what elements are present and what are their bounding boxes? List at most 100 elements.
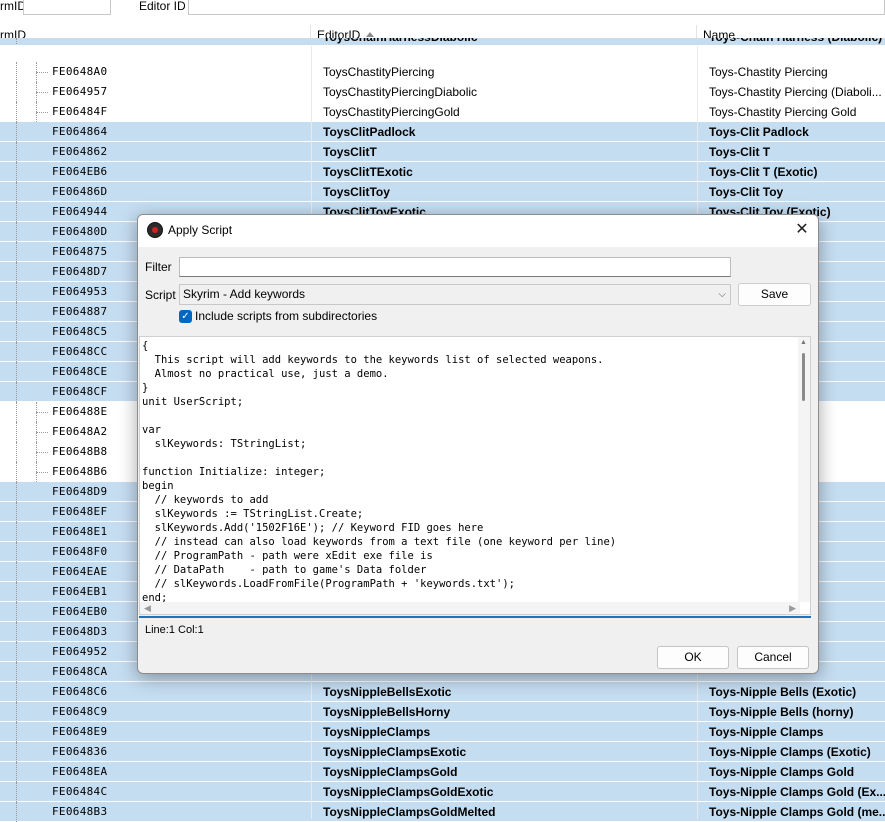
table-row[interactable]: FE064EB6 ToysClitTExotic Toys-Clit T (Exot…	[0, 162, 885, 182]
tree-line	[16, 82, 17, 102]
scroll-left-icon[interactable]: ◀	[144, 603, 151, 614]
editor-horizontal-scrollbar[interactable]: ◀ ▶	[140, 602, 800, 614]
formid-cell: FE0648C9	[52, 705, 108, 718]
name-cell: Toys-Nipple Clamps Gold	[709, 765, 855, 779]
tree-line	[36, 472, 48, 473]
tree-line	[36, 432, 48, 433]
table-row[interactable]: FE0648EA ToysNippleClampsGold Toys-Nipple …	[0, 762, 885, 782]
editor-vertical-scrollbar[interactable]: ▲	[798, 337, 810, 602]
tree-line	[16, 622, 17, 642]
tree-line	[36, 112, 48, 113]
formid-cell: FE064864	[52, 125, 108, 138]
tree-line	[16, 122, 17, 142]
editorid-cell: ToysClitPadlock	[323, 125, 416, 139]
save-button[interactable]: Save	[738, 283, 811, 306]
tree-line	[36, 92, 48, 93]
name-cell: Toys-Chastity Piercing (Diaboli...	[709, 85, 882, 99]
editorid-cell: ToysNippleBellsExotic	[323, 685, 452, 699]
table-row[interactable]: FE0648B3 ToysNippleClampsGoldMelted Toys-N…	[0, 802, 885, 822]
name-cell: Toys-Chastity Piercing	[709, 65, 828, 79]
table-row[interactable]: FE064862 ToysClitT Toys-Clit T	[0, 142, 885, 162]
name-cell: Toys-Nipple Clamps Gold (Ex...	[709, 785, 885, 799]
tree-line	[16, 282, 17, 302]
table-row[interactable]: FE06484C ToysNippleClampsGoldExotic Toys-N…	[0, 782, 885, 802]
script-label: Script	[145, 288, 176, 302]
tree-line	[16, 802, 17, 822]
xedit-app-icon	[147, 222, 163, 238]
tree-line	[16, 582, 17, 602]
cursor-position-status: Line:1 Col:1	[145, 624, 204, 636]
name-cell: Toys-Nipple Bells (Exotic)	[709, 685, 857, 699]
checkmark-icon: ✓	[181, 311, 190, 322]
name-cell: Toys-Nipple Clamps	[709, 725, 824, 739]
table-row[interactable]: FE0648A0 ToysChastityPiercing Toys-Chastit…	[0, 62, 885, 82]
name-cell: Toys-Nipple Clamps Gold (me...	[709, 805, 885, 819]
editorid-cell: ToysClitToy	[323, 185, 390, 199]
editorid-filter-label: Editor ID	[139, 0, 186, 13]
tree-line	[16, 162, 17, 182]
formid-cell	[52, 38, 307, 45]
dialog-title: Apply Script	[168, 223, 233, 237]
table-row[interactable]: FE06486D ToysClitToy Toys-Clit Toy	[0, 182, 885, 202]
ok-button[interactable]: OK	[657, 646, 729, 669]
formid-cell: FE06484C	[52, 785, 108, 798]
scrollbar-thumb[interactable]	[802, 353, 805, 401]
script-editor[interactable]: { This script will add keywords to the k…	[139, 336, 811, 615]
tree-line	[16, 38, 17, 45]
chevron-down-icon: ⌵	[718, 289, 726, 300]
tree-line	[16, 362, 17, 382]
tree-line	[36, 452, 48, 453]
formid-cell: FE064957	[52, 85, 108, 98]
tree-line	[16, 762, 17, 782]
editorid-filter-input[interactable]	[188, 0, 885, 15]
tree-line	[16, 482, 17, 502]
tree-line	[16, 602, 17, 622]
editorid-cell: ToysClitTExotic	[323, 165, 413, 179]
editorid-cell: ToysNippleClampsGold	[323, 765, 458, 779]
name-cell: Toys-Clit Toy	[709, 185, 784, 199]
table-row[interactable]: FE064864 ToysClitPadlock Toys-Clit Padlock	[0, 122, 885, 142]
tree-line	[16, 442, 17, 462]
scroll-right-icon[interactable]: ▶	[789, 603, 796, 614]
table-row[interactable]: FE064836 ToysNippleClampsExotic Toys-Nippl…	[0, 742, 885, 762]
editorid-cell: ToysNippleBellsHorny	[323, 705, 451, 719]
status-separator	[139, 616, 811, 618]
tree-line	[16, 402, 17, 422]
dialog-titlebar: Apply Script ✕	[138, 215, 818, 247]
tree-line	[16, 102, 17, 122]
tree-line	[16, 642, 17, 662]
editorid-cell: ToysChastityPiercing	[323, 65, 435, 79]
formid-cell: FE0648C6	[52, 685, 108, 698]
filter-input[interactable]	[179, 257, 731, 277]
editorid-cell: ToysNippleClampsGoldExotic	[323, 785, 494, 799]
tree-line	[16, 142, 17, 162]
tree-line	[16, 222, 17, 242]
name-cell: Toys-Clit T (Exotic)	[709, 165, 818, 179]
tree-line	[16, 302, 17, 322]
script-dropdown[interactable]: Skyrim - Add keywords ⌵	[179, 284, 731, 305]
table-row[interactable]: FE0648C9 ToysNippleBellsHorny Toys-Nipple …	[0, 702, 885, 722]
tree-line	[16, 242, 17, 262]
formid-cell: FE0648B3	[52, 805, 108, 818]
formid-filter-input[interactable]	[23, 0, 111, 15]
editorid-cell: ToysChastityPiercingDiabolic	[323, 85, 478, 99]
tree-line	[16, 62, 17, 82]
filter-label: Filter	[145, 260, 172, 274]
script-code: { This script will add keywords to the k…	[142, 340, 617, 604]
editorid-cell: ToysClitT	[323, 145, 377, 159]
tree-line	[16, 502, 17, 522]
table-row[interactable]: FE06484F ToysChastityPiercingGold Toys-Cha…	[0, 102, 885, 122]
tree-line	[16, 382, 17, 402]
tree-line	[16, 682, 17, 702]
include-subdirectories-checkbox[interactable]: ✓	[179, 310, 192, 323]
include-subdirectories-label: Include scripts from subdirectories	[195, 309, 378, 323]
close-button[interactable]: ✕	[786, 215, 818, 245]
cancel-button[interactable]: Cancel	[737, 646, 809, 669]
table-row[interactable]: ToysChainHarnessDiabolic Toys-Chain Harne…	[0, 38, 885, 46]
table-row[interactable]: FE0648C6 ToysNippleBellsExotic Toys-Nipple…	[0, 682, 885, 702]
editorid-cell: ToysNippleClamps	[323, 725, 431, 739]
name-cell: Toys-Chastity Piercing Gold	[709, 105, 857, 119]
table-row[interactable]: FE0648E9 ToysNippleClamps Toys-Nipple Clam…	[0, 722, 885, 742]
editorid-cell: ToysNippleClampsGoldMelted	[323, 805, 496, 819]
table-row[interactable]: FE064957 ToysChastityPiercingDiabolic Toys…	[0, 82, 885, 102]
